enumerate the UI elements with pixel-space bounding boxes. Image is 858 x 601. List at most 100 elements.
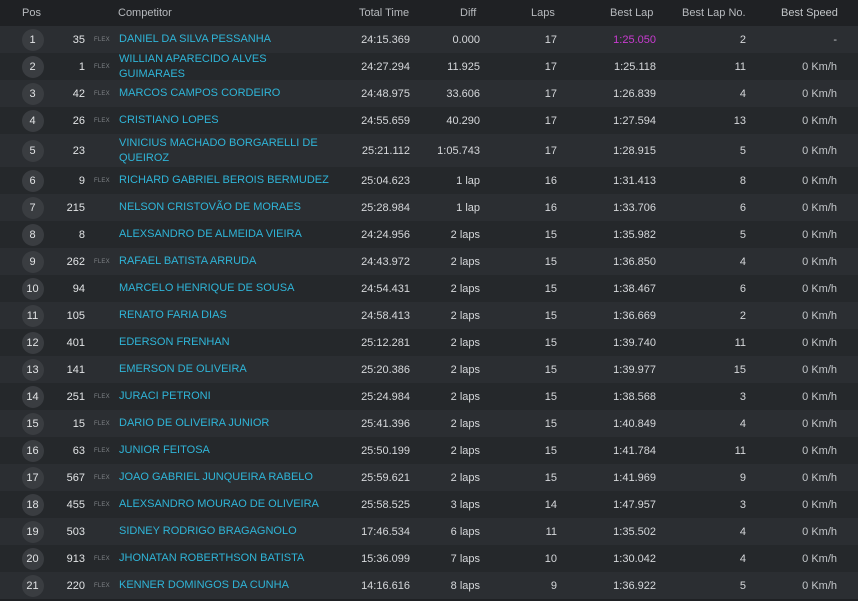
table-row[interactable]: 20 913 FLEX JHONATAN ROBERTHSON BATISTA 15:3… bbox=[0, 545, 858, 572]
table-row[interactable]: 16 63 FLEX JUNIOR FEITOSA 25:50.199 2 laps 15 1… bbox=[0, 437, 858, 464]
header-pos[interactable]: Pos bbox=[22, 0, 41, 26]
competitor-name[interactable]: CRISTIANO LOPES bbox=[119, 107, 329, 134]
header-best-speed[interactable]: Best Speed bbox=[781, 0, 838, 26]
table-row[interactable]: 14 251 FLEX JURACI PETRONI 25:24.984 2 laps 15… bbox=[0, 383, 858, 410]
flex-tag: FLEX bbox=[94, 117, 110, 124]
competitor-name[interactable]: JURACI PETRONI bbox=[119, 383, 329, 410]
best-lap-number: 3 bbox=[739, 390, 746, 403]
competitor-name[interactable]: JHONATAN ROBERTHSON BATISTA bbox=[119, 545, 329, 572]
table-row[interactable]: 13 141 EMERSON DE OLIVEIRA 25:20.386 2 laps 1… bbox=[0, 356, 858, 383]
best-lap-number: 15 bbox=[733, 363, 746, 376]
competitor-number: 15 bbox=[72, 417, 85, 430]
best-speed: 0 Km/h bbox=[802, 201, 837, 214]
laps-count: 15 bbox=[544, 336, 557, 349]
diff-value: 8 laps bbox=[450, 579, 480, 592]
flex-tag: FLEX bbox=[94, 501, 110, 508]
flex-tag: FLEX bbox=[94, 420, 110, 427]
header-total-time[interactable]: Total Time bbox=[359, 0, 409, 26]
competitor-name[interactable]: DARIO DE OLIVEIRA JUNIOR bbox=[119, 410, 329, 437]
flex-tag: FLEX bbox=[94, 447, 110, 454]
best-speed: 0 Km/h bbox=[802, 552, 837, 565]
competitor-name[interactable]: EMERSON DE OLIVEIRA bbox=[119, 356, 329, 383]
table-row[interactable]: 15 15 FLEX DARIO DE OLIVEIRA JUNIOR 25:41.39… bbox=[0, 410, 858, 437]
total-time: 25:12.281 bbox=[361, 336, 410, 349]
header-best-lap[interactable]: Best Lap bbox=[610, 0, 653, 26]
competitor-name[interactable]: VINICIUS MACHADO BORGARELLI DE QUEIROZ bbox=[119, 134, 329, 167]
total-time: 25:04.623 bbox=[361, 174, 410, 187]
table-row[interactable]: 5 23 VINICIUS MACHADO BORGARELLI DE QUEIRO… bbox=[0, 134, 858, 167]
competitor-name[interactable]: EDERSON FRENHAN bbox=[119, 329, 329, 356]
flex-tag: FLEX bbox=[94, 555, 110, 562]
best-lap: 1:25.050 bbox=[613, 33, 656, 46]
laps-count: 15 bbox=[544, 417, 557, 430]
best-lap-number: 6 bbox=[739, 282, 746, 295]
table-row[interactable]: 6 9 FLEX RICHARD GABRIEL BEROIS BERMUDEZ 25:… bbox=[0, 167, 858, 194]
table-row[interactable]: 8 8 ALEXSANDRO DE ALMEIDA VIEIRA 24:24.956 2… bbox=[0, 221, 858, 248]
header-best-lap-no[interactable]: Best Lap No. bbox=[682, 0, 746, 26]
best-lap: 1:38.568 bbox=[613, 390, 656, 403]
flex-tag bbox=[94, 221, 114, 248]
table-row[interactable]: 18 455 FLEX ALEXSANDRO MOURAO DE OLIVEIRA 25… bbox=[0, 491, 858, 518]
diff-value: 0.000 bbox=[452, 33, 480, 46]
competitor-number: 215 bbox=[66, 201, 85, 214]
flex-tag: FLEX bbox=[94, 63, 110, 70]
best-lap: 1:40.849 bbox=[613, 417, 656, 430]
competitor-name[interactable]: MARCOS CAMPOS CORDEIRO bbox=[119, 80, 329, 107]
diff-value: 6 laps bbox=[450, 525, 480, 538]
best-lap: 1:36.850 bbox=[613, 255, 656, 268]
diff-value: 1 lap bbox=[456, 201, 480, 214]
best-speed: 0 Km/h bbox=[802, 363, 837, 376]
best-speed: 0 Km/h bbox=[802, 390, 837, 403]
table-row[interactable]: 2 1 FLEX WILLIAN APARECIDO ALVES GUIMARAES 2… bbox=[0, 53, 858, 80]
table-row[interactable]: 7 215 NELSON CRISTOVÃO DE MORAES 25:28.984 1… bbox=[0, 194, 858, 221]
competitor-name[interactable]: RENATO FARIA DIAS bbox=[119, 302, 329, 329]
laps-count: 14 bbox=[544, 498, 557, 511]
competitor-name[interactable]: DANIEL DA SILVA PESSANHA bbox=[119, 26, 329, 53]
competitor-name[interactable]: RAFAEL BATISTA ARRUDA bbox=[119, 248, 329, 275]
diff-value: 3 laps bbox=[450, 498, 480, 511]
header-competitor[interactable]: Competitor bbox=[118, 0, 328, 26]
best-lap: 1:39.740 bbox=[613, 336, 656, 349]
best-lap: 1:28.915 bbox=[613, 144, 656, 157]
competitor-name[interactable]: KENNER DOMINGOS DA CUNHA bbox=[119, 572, 329, 599]
competitor-name[interactable]: ALEXSANDRO MOURAO DE OLIVEIRA bbox=[119, 491, 329, 518]
competitor-name[interactable]: NELSON CRISTOVÃO DE MORAES bbox=[119, 194, 329, 221]
best-lap-number: 4 bbox=[739, 417, 746, 430]
table-row[interactable]: 4 26 FLEX CRISTIANO LOPES 24:55.659 40.290 17 1… bbox=[0, 107, 858, 134]
table-row[interactable]: 9 262 FLEX RAFAEL BATISTA ARRUDA 24:43.972 2 … bbox=[0, 248, 858, 275]
best-lap: 1:41.969 bbox=[613, 471, 656, 484]
total-time: 24:27.294 bbox=[361, 60, 410, 73]
table-row[interactable]: 21 220 FLEX KENNER DOMINGOS DA CUNHA 14:16.6… bbox=[0, 572, 858, 599]
header-laps[interactable]: Laps bbox=[531, 0, 555, 26]
table-row[interactable]: 3 42 FLEX MARCOS CAMPOS CORDEIRO 24:48.975 33… bbox=[0, 80, 858, 107]
best-lap-number: 5 bbox=[739, 228, 746, 241]
competitor-name[interactable]: ALEXSANDRO DE ALMEIDA VIEIRA bbox=[119, 221, 329, 248]
competitor-number: 42 bbox=[72, 87, 85, 100]
header-diff[interactable]: Diff bbox=[460, 0, 476, 26]
laps-count: 15 bbox=[544, 228, 557, 241]
best-speed: 0 Km/h bbox=[802, 114, 837, 127]
competitor-name[interactable]: JUNIOR FEITOSA bbox=[119, 437, 329, 464]
table-row[interactable]: 19 503 SIDNEY RODRIGO BRAGAGNOLO 17:46.534 6… bbox=[0, 518, 858, 545]
competitor-name[interactable]: RICHARD GABRIEL BEROIS BERMUDEZ bbox=[119, 167, 329, 194]
best-lap: 1:27.594 bbox=[613, 114, 656, 127]
results-table: Pos Competitor Total Time Diff Laps Best… bbox=[0, 0, 858, 599]
table-row[interactable]: 10 94 MARCELO HENRIQUE DE SOUSA 24:54.431 2 … bbox=[0, 275, 858, 302]
total-time: 24:24.956 bbox=[361, 228, 410, 241]
flex-tag: FLEX bbox=[94, 474, 110, 481]
competitor-number: 567 bbox=[66, 471, 85, 484]
table-row[interactable]: 17 567 FLEX JOAO GABRIEL JUNQUEIRA RABELO 25… bbox=[0, 464, 858, 491]
laps-count: 17 bbox=[544, 114, 557, 127]
table-row[interactable]: 1 35 FLEX DANIEL DA SILVA PESSANHA 24:15.369… bbox=[0, 26, 858, 53]
competitor-name[interactable]: JOAO GABRIEL JUNQUEIRA RABELO bbox=[119, 464, 329, 491]
best-lap-number: 4 bbox=[739, 87, 746, 100]
best-lap: 1:47.957 bbox=[613, 498, 656, 511]
total-time: 24:55.659 bbox=[361, 114, 410, 127]
table-row[interactable]: 11 105 RENATO FARIA DIAS 24:58.413 2 laps 15 1… bbox=[0, 302, 858, 329]
competitor-name[interactable]: WILLIAN APARECIDO ALVES GUIMARAES bbox=[119, 53, 329, 80]
flex-tag bbox=[94, 194, 114, 221]
competitor-name[interactable]: MARCELO HENRIQUE DE SOUSA bbox=[119, 275, 329, 302]
best-speed: 0 Km/h bbox=[802, 336, 837, 349]
competitor-name[interactable]: SIDNEY RODRIGO BRAGAGNOLO bbox=[119, 518, 329, 545]
table-row[interactable]: 12 401 EDERSON FRENHAN 25:12.281 2 laps 15 1:3… bbox=[0, 329, 858, 356]
